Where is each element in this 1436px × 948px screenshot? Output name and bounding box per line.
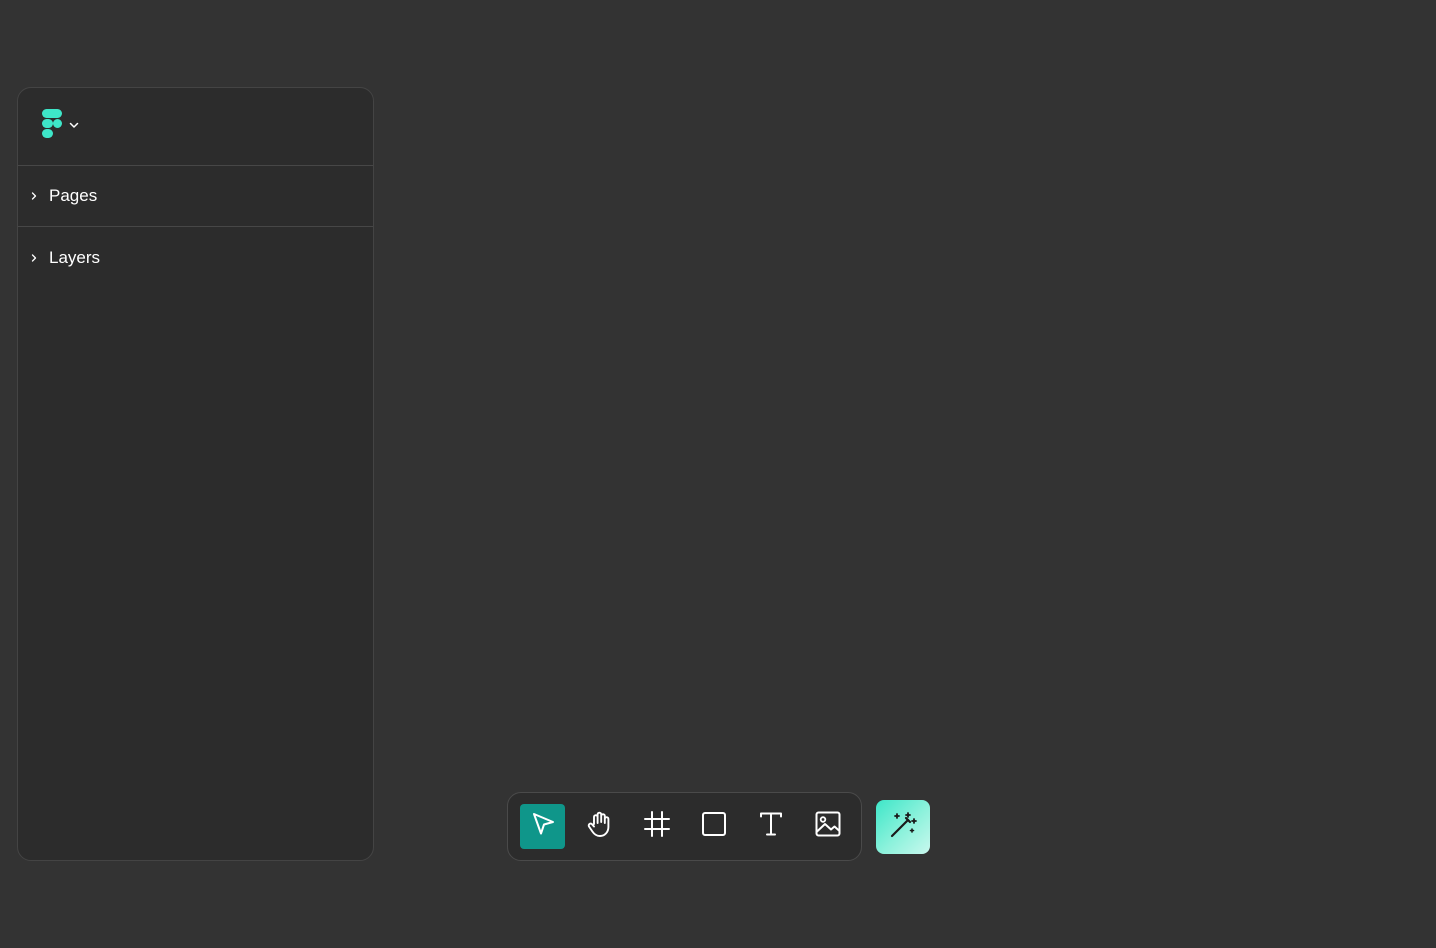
left-panel: Pages Layers: [17, 87, 374, 861]
hand-icon: [585, 809, 615, 844]
frame-icon: [642, 809, 672, 844]
cursor-arrow-icon: [529, 810, 557, 843]
main-menu-button[interactable]: [40, 108, 80, 145]
layers-section-label: Layers: [49, 247, 101, 267]
bottom-toolbar: [507, 792, 862, 861]
chevron-right-icon: [27, 189, 41, 203]
text-icon: [757, 810, 785, 843]
text-tool-button[interactable]: [748, 804, 793, 849]
frame-tool-button[interactable]: [634, 804, 679, 849]
pages-section-label: Pages: [49, 186, 98, 205]
square-icon: [700, 810, 728, 843]
chevron-right-icon: [27, 251, 41, 265]
chevron-down-icon: [68, 118, 80, 136]
hand-tool-button[interactable]: [577, 804, 622, 849]
layers-section-toggle[interactable]: Layers: [18, 227, 373, 288]
ai-magic-button[interactable]: [876, 800, 930, 854]
magic-wand-icon: [888, 810, 918, 845]
rectangle-tool-button[interactable]: [691, 804, 736, 849]
image-icon: [814, 810, 842, 843]
figma-logo-icon: [40, 108, 64, 145]
move-tool-button[interactable]: [520, 804, 565, 849]
canvas[interactable]: Pages Layers: [0, 0, 1436, 948]
image-tool-button[interactable]: [805, 804, 850, 849]
panel-header: [18, 88, 373, 166]
pages-section-toggle[interactable]: Pages: [18, 166, 373, 227]
